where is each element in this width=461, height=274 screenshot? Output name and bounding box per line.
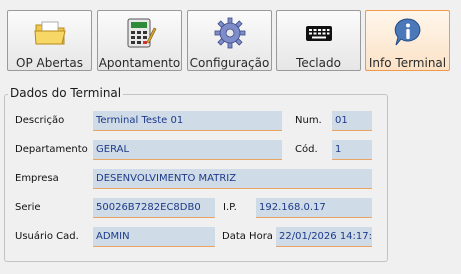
usuario-field[interactable]: ADMIN bbox=[93, 227, 215, 247]
keyboard-icon bbox=[305, 26, 332, 41]
departamento-field[interactable]: GERAL bbox=[93, 140, 282, 160]
info-icon bbox=[394, 18, 420, 46]
usuario-label: Usuário Cad. bbox=[15, 231, 79, 242]
folder-icon bbox=[33, 21, 66, 45]
data-hora-field[interactable]: 22/01/2026 14:17: bbox=[276, 227, 372, 247]
gear-icon bbox=[214, 17, 245, 49]
teclado-label: Teclado bbox=[296, 56, 341, 70]
cod-field[interactable]: 1 bbox=[332, 140, 372, 160]
apontamento-label: Apontamento bbox=[98, 56, 181, 70]
teclado-button[interactable]: Teclado bbox=[276, 10, 361, 71]
op-abertas-label: OP Abertas bbox=[16, 56, 83, 70]
num-field[interactable]: 01 bbox=[332, 111, 372, 131]
info-terminal-label: Info Terminal bbox=[368, 56, 447, 70]
apontamento-button[interactable]: Apontamento bbox=[97, 10, 182, 71]
ip-label: I.P. bbox=[223, 202, 237, 213]
empresa-label: Empresa bbox=[15, 173, 59, 184]
departamento-label: Departamento bbox=[15, 144, 88, 155]
serie-field[interactable]: 50026B7282EC8DB0 bbox=[93, 198, 215, 218]
configuracao-button[interactable]: Configuração bbox=[187, 10, 272, 71]
descricao-label: Descrição bbox=[15, 115, 65, 126]
group-title: Dados do Terminal bbox=[8, 86, 124, 100]
configuracao-label: Configuração bbox=[189, 56, 270, 70]
info-terminal-button[interactable]: Info Terminal bbox=[365, 10, 450, 71]
op-abertas-button[interactable]: OP Abertas bbox=[7, 10, 92, 71]
ip-field[interactable]: 192.168.0.17 bbox=[256, 198, 372, 218]
empresa-field[interactable]: DESENVOLVIMENTO MATRIZ bbox=[93, 169, 372, 189]
data-hora-label: Data Hora bbox=[222, 231, 273, 242]
calculator-icon bbox=[127, 18, 156, 48]
descricao-field[interactable]: Terminal Teste 01 bbox=[93, 111, 282, 131]
serie-label: Serie bbox=[15, 202, 41, 213]
num-label: Num. bbox=[295, 115, 322, 126]
cod-label: Cód. bbox=[295, 144, 318, 155]
